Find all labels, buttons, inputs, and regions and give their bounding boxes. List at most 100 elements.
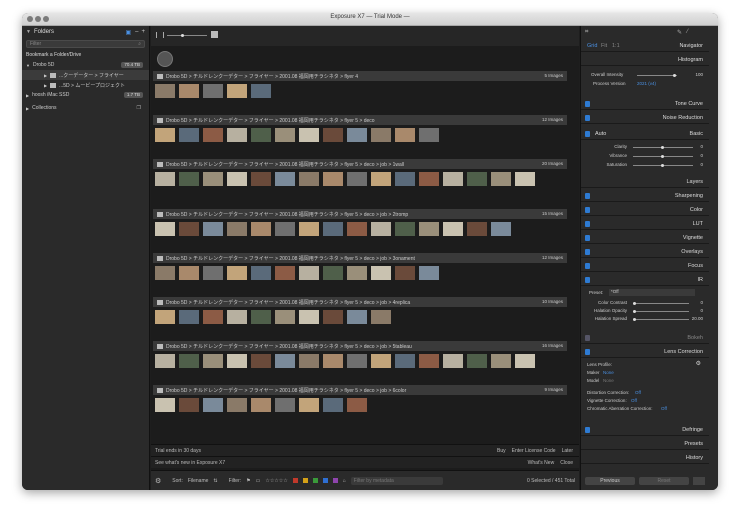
toggle-icon[interactable] xyxy=(585,263,590,269)
image-thumbnail[interactable] xyxy=(251,84,271,98)
lens-panel-header[interactable]: Lens Correction xyxy=(581,346,709,358)
gear-icon[interactable]: ⚙ xyxy=(155,477,161,485)
close-button[interactable]: Close xyxy=(560,460,573,466)
chevron-right-icon[interactable]: ▶ xyxy=(26,93,29,98)
image-thumbnail[interactable] xyxy=(371,354,391,368)
image-thumbnail[interactable] xyxy=(251,128,271,142)
image-thumbnail[interactable] xyxy=(299,222,319,236)
image-thumbnail[interactable] xyxy=(179,398,199,412)
collection-icon[interactable]: ❐ xyxy=(137,105,141,111)
history-panel-header[interactable]: History xyxy=(581,452,709,464)
process-version-dropdown[interactable]: 2021 (v4) xyxy=(637,81,656,86)
sharpening-panel-header[interactable]: Sharpening xyxy=(581,190,709,202)
slider-knob[interactable] xyxy=(661,146,664,149)
noise-panel-header[interactable]: Noise Reduction xyxy=(581,112,709,124)
image-thumbnail[interactable] xyxy=(227,128,247,142)
chevron-right-icon[interactable]: ▶ xyxy=(44,73,47,78)
image-thumbnail[interactable] xyxy=(491,172,511,186)
model-dropdown[interactable]: None xyxy=(603,378,614,383)
remove-folder-button[interactable]: – xyxy=(135,29,138,35)
star-rating-filter[interactable]: ☆☆☆☆☆ xyxy=(265,478,287,484)
image-thumbnail[interactable] xyxy=(419,128,439,142)
toggle-icon[interactable] xyxy=(585,277,590,283)
image-thumbnail[interactable] xyxy=(299,354,319,368)
slider-knob[interactable] xyxy=(633,302,636,305)
image-thumbnail[interactable] xyxy=(491,222,511,236)
image-thumbnail[interactable] xyxy=(419,222,439,236)
blue-label-swatch[interactable] xyxy=(322,478,328,483)
image-thumbnail[interactable] xyxy=(419,172,439,186)
image-thumbnail[interactable] xyxy=(395,222,415,236)
red-label-swatch[interactable] xyxy=(292,478,298,483)
reset-button[interactable]: Reset xyxy=(639,477,689,485)
vignette-panel-header[interactable]: Vignette xyxy=(581,232,709,244)
brush-icon[interactable]: ⁄ xyxy=(687,29,688,35)
image-thumbnail[interactable] xyxy=(347,172,367,186)
image-thumbnail[interactable] xyxy=(467,354,487,368)
section-header[interactable]: Drobo 5D > チルドレンクーデター > フライヤー > 2001.08 … xyxy=(153,253,567,263)
ir-panel-header[interactable]: IR xyxy=(581,274,709,286)
image-thumbnail[interactable] xyxy=(155,172,175,186)
image-thumbnail[interactable] xyxy=(227,222,247,236)
image-thumbnail[interactable] xyxy=(179,84,199,98)
toggle-icon[interactable] xyxy=(585,427,590,433)
section-header[interactable]: Drobo 5D > チルドレンクーデター > フライヤー > 2001.08 … xyxy=(153,385,567,395)
crop-icon[interactable]: ⌗ xyxy=(585,29,588,36)
grid-view-icon[interactable] xyxy=(211,31,218,38)
folder-item-flyer[interactable]: ▶ ...クーデーター > フライヤー xyxy=(22,70,149,80)
image-thumbnail[interactable] xyxy=(203,172,223,186)
image-thumbnail[interactable] xyxy=(203,266,223,280)
image-thumbnail[interactable] xyxy=(179,310,199,324)
folder-item-movie[interactable]: ▶ ...5D > ムービープロジェクト xyxy=(22,80,149,90)
section-header[interactable]: Drobo 5D > チルドレンクーデター > フライヤー > 2001.08 … xyxy=(153,71,567,81)
navigator-panel-header[interactable]: Grid Fit 1:1 Navigator xyxy=(581,40,709,52)
image-thumbnail[interactable] xyxy=(371,310,391,324)
green-label-swatch[interactable] xyxy=(312,478,318,483)
image-thumbnail[interactable] xyxy=(347,310,367,324)
chevron-down-icon[interactable]: ▼ xyxy=(26,29,31,35)
image-thumbnail[interactable] xyxy=(155,222,175,236)
image-thumbnail[interactable] xyxy=(155,84,175,98)
image-thumbnail[interactable] xyxy=(203,354,223,368)
defringe-panel-header[interactable]: Defringe xyxy=(581,424,709,436)
toggle-icon[interactable] xyxy=(585,235,590,241)
presets-panel-header[interactable]: Presets xyxy=(581,438,709,450)
color-panel-header[interactable]: Color xyxy=(581,204,709,216)
slider-knob[interactable] xyxy=(673,74,676,77)
metadata-filter-input[interactable]: Filter by metadata xyxy=(350,476,443,485)
toggle-icon[interactable] xyxy=(585,249,590,255)
image-thumbnail[interactable] xyxy=(203,222,223,236)
image-thumbnail[interactable] xyxy=(275,128,295,142)
image-thumbnail[interactable] xyxy=(371,128,391,142)
chevron-right-icon[interactable]: ▶ xyxy=(26,106,29,111)
slider-knob[interactable] xyxy=(661,164,664,167)
image-thumbnail[interactable] xyxy=(227,172,247,186)
ir-slider[interactable] xyxy=(633,319,689,320)
image-thumbnail[interactable] xyxy=(395,266,415,280)
image-thumbnail[interactable] xyxy=(275,398,295,412)
image-thumbnail[interactable] xyxy=(179,222,199,236)
image-thumbnail[interactable] xyxy=(347,128,367,142)
maker-dropdown[interactable]: None xyxy=(603,370,614,375)
image-thumbnail[interactable] xyxy=(155,266,175,280)
image-thumbnail[interactable] xyxy=(155,310,175,324)
image-thumbnail[interactable] xyxy=(203,128,223,142)
image-thumbnail[interactable] xyxy=(299,172,319,186)
image-thumbnail[interactable] xyxy=(251,172,271,186)
image-thumbnail[interactable] xyxy=(371,172,391,186)
license-button[interactable]: Enter License Code xyxy=(512,448,556,454)
image-thumbnail[interactable] xyxy=(179,266,199,280)
whats-new-button[interactable]: What's New xyxy=(528,460,555,466)
ir-slider[interactable] xyxy=(633,311,689,312)
image-thumbnail[interactable] xyxy=(275,222,295,236)
slider-knob[interactable] xyxy=(181,34,184,37)
image-thumbnail[interactable] xyxy=(347,398,367,412)
image-thumbnail[interactable] xyxy=(299,128,319,142)
image-thumbnail[interactable] xyxy=(155,128,175,142)
eyedropper-icon[interactable]: ✎ xyxy=(677,29,682,36)
vignette-correction-dropdown[interactable]: Off xyxy=(631,398,637,403)
image-thumbnail[interactable] xyxy=(371,266,391,280)
flag-icon[interactable]: ⚑ xyxy=(246,478,250,484)
tab-1to1[interactable]: 1:1 xyxy=(612,43,620,49)
focus-panel-header[interactable]: Focus xyxy=(581,260,709,272)
